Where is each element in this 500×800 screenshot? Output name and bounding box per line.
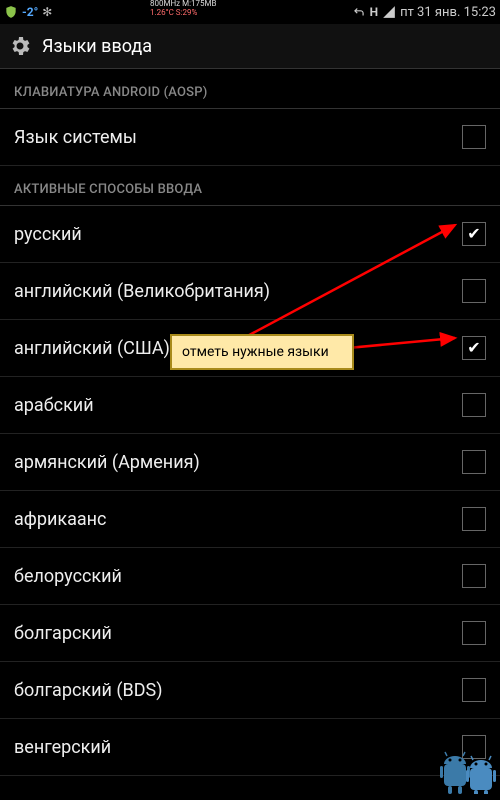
row-language[interactable]: арабский [0,377,500,434]
row-label: английский (США) [14,338,170,359]
checkbox-language[interactable] [462,336,486,360]
status-bar: -2° ✻ 800MHz M:175MB 1.26°C S:29% H пт 3… [0,0,500,24]
checkbox-language[interactable] [462,279,486,303]
row-label: арабский [14,395,94,416]
row-language[interactable]: болгарский [0,605,500,662]
status-right: H пт 31 янв. 15:23 [352,5,496,20]
status-cpu-line: 800MHz M:175MB [150,0,217,8]
uturn-icon [352,5,366,19]
row-label: болгарский (BDS) [14,680,162,701]
title-bar: Языки ввода [0,24,500,69]
checkbox-language[interactable] [462,450,486,474]
checkbox-language[interactable] [462,393,486,417]
row-label: венгерский [14,737,111,758]
signal-bars-icon [382,5,396,19]
annotation-text: отметь нужные языки [182,344,329,360]
gear-icon [8,34,32,58]
row-language[interactable]: армянский (Армения) [0,434,500,491]
checkbox-language[interactable] [462,222,486,246]
row-label: английский (Великобритания) [14,281,270,302]
checkbox-language[interactable] [462,564,486,588]
checkbox-language[interactable] [462,507,486,531]
row-label: армянский (Армения) [14,452,200,473]
row-language[interactable]: английский (Великобритания) [0,263,500,320]
checkbox-language[interactable] [462,678,486,702]
row-label: африкаанс [14,509,106,530]
annotation-callout: отметь нужные языки [170,334,354,370]
checkbox-system-language[interactable] [462,125,486,149]
row-label: белорусский [14,566,122,587]
section-header-active: АКТИВНЫЕ СПОСОБЫ ВВОДА [0,166,500,205]
row-label: Язык системы [14,127,137,148]
temp-icon: -2° [22,5,38,19]
status-temp-line: 1.26°C S:29% [150,8,197,17]
shield-icon [4,5,18,19]
row-label: болгарский [14,623,112,644]
status-mid: 800MHz M:175MB 1.26°C S:29% [150,0,217,18]
row-label: русский [14,224,82,245]
row-language[interactable]: африкаанс [0,491,500,548]
row-language[interactable]: русский [0,206,500,263]
settings-list[interactable]: КЛАВИАТУРА ANDROID (AOSP) Язык системы А… [0,69,500,776]
checkbox-language[interactable] [462,621,486,645]
status-left: -2° ✻ [4,5,52,19]
snowflake-icon: ✻ [42,5,52,19]
status-clock: пт 31 янв. 15:23 [400,5,496,20]
row-system-language[interactable]: Язык системы [0,109,500,166]
row-language[interactable]: болгарский (BDS) [0,662,500,719]
row-language[interactable]: белорусский [0,548,500,605]
android-mascot-icon [438,744,498,798]
page-title: Языки ввода [42,36,152,57]
signal-icon: H [370,5,378,19]
row-language[interactable]: венгерский [0,719,500,776]
section-header-keyboard: КЛАВИАТУРА ANDROID (AOSP) [0,69,500,108]
